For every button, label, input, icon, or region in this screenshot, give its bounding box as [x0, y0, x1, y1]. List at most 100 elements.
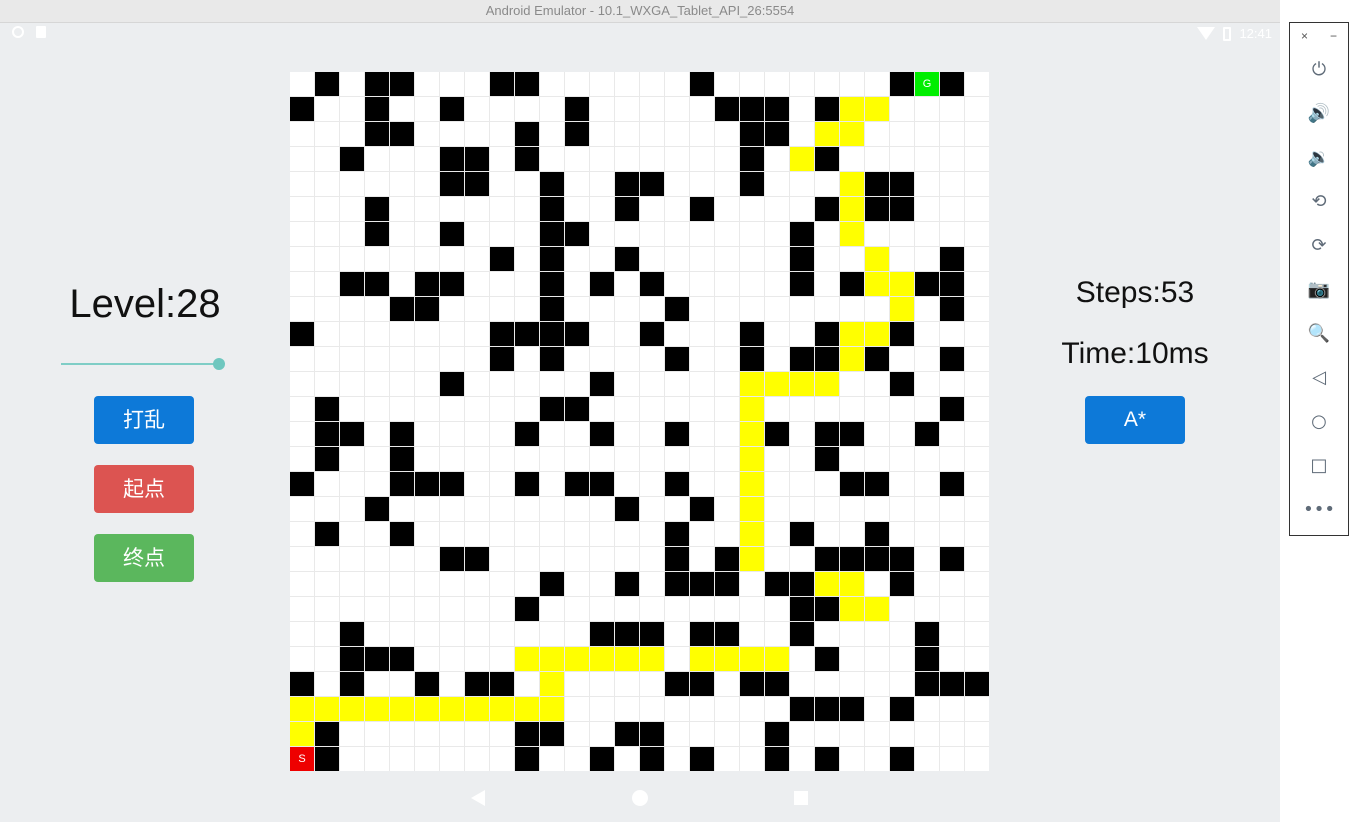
- maze-cell-free[interactable]: [640, 597, 664, 621]
- maze-cell-free[interactable]: [640, 72, 664, 96]
- maze-cell-free[interactable]: [765, 347, 789, 371]
- maze-cell-free[interactable]: [465, 572, 489, 596]
- maze-cell-free[interactable]: [615, 322, 639, 346]
- maze-cell-free[interactable]: [940, 222, 964, 246]
- maze-cell-free[interactable]: [615, 147, 639, 171]
- maze-cell-free[interactable]: [940, 122, 964, 146]
- maze-cell-wall[interactable]: [665, 547, 689, 571]
- maze-cell-wall[interactable]: [615, 572, 639, 596]
- maze-cell-wall[interactable]: [740, 322, 764, 346]
- maze-cell-free[interactable]: [515, 522, 539, 546]
- maze-cell-free[interactable]: [490, 422, 514, 446]
- maze-cell-free[interactable]: [715, 697, 739, 721]
- maze-cell-free[interactable]: [890, 622, 914, 646]
- maze-cell-free[interactable]: [490, 372, 514, 396]
- maze-cell-wall[interactable]: [290, 97, 314, 121]
- maze-cell-wall[interactable]: [765, 672, 789, 696]
- maze-cell-free[interactable]: [765, 497, 789, 521]
- maze-cell-wall[interactable]: [890, 322, 914, 346]
- maze-cell-wall[interactable]: [940, 672, 964, 696]
- maze-cell-free[interactable]: [315, 497, 339, 521]
- maze-cell-wall[interactable]: [765, 422, 789, 446]
- maze-cell-wall[interactable]: [690, 197, 714, 221]
- maze-cell-free[interactable]: [765, 597, 789, 621]
- maze-cell-free[interactable]: [290, 247, 314, 271]
- maze-cell-free[interactable]: [890, 672, 914, 696]
- maze-cell-free[interactable]: [740, 572, 764, 596]
- maze-cell-free[interactable]: [940, 197, 964, 221]
- maze-cell-free[interactable]: [540, 97, 564, 121]
- maze-cell-wall[interactable]: [515, 422, 539, 446]
- maze-cell-free[interactable]: [865, 397, 889, 421]
- maze-cell-free[interactable]: [790, 497, 814, 521]
- maze-cell-free[interactable]: [290, 572, 314, 596]
- maze-cell-free[interactable]: [440, 722, 464, 746]
- maze-cell-wall[interactable]: [565, 222, 589, 246]
- maze-cell-wall[interactable]: [815, 547, 839, 571]
- maze-cell-wall[interactable]: [540, 322, 564, 346]
- maze-cell-free[interactable]: [940, 372, 964, 396]
- maze-cell-wall[interactable]: [865, 472, 889, 496]
- maze-cell-free[interactable]: [315, 197, 339, 221]
- maze-cell-free[interactable]: [465, 747, 489, 771]
- maze-cell-wall[interactable]: [290, 322, 314, 346]
- maze-cell-free[interactable]: [765, 272, 789, 296]
- maze-cell-free[interactable]: [815, 472, 839, 496]
- maze-cell-free[interactable]: [590, 522, 614, 546]
- maze-cell-wall[interactable]: [740, 97, 764, 121]
- maze-cell-free[interactable]: [665, 447, 689, 471]
- maze-cell-free[interactable]: [715, 497, 739, 521]
- overview-icon[interactable]: □: [1307, 453, 1331, 477]
- maze-cell-free[interactable]: [490, 147, 514, 171]
- maze-cell-free[interactable]: [465, 722, 489, 746]
- maze-cell-wall[interactable]: [665, 572, 689, 596]
- maze-cell-wall[interactable]: [790, 222, 814, 246]
- maze-cell-free[interactable]: [915, 722, 939, 746]
- maze-cell-wall[interactable]: [765, 97, 789, 121]
- maze-cell-free[interactable]: [415, 172, 439, 196]
- maze-cell-free[interactable]: [715, 722, 739, 746]
- maze-cell-free[interactable]: [365, 672, 389, 696]
- maze-cell-wall[interactable]: [815, 747, 839, 771]
- maze-cell-free[interactable]: [890, 497, 914, 521]
- maze-cell-free[interactable]: [340, 72, 364, 96]
- maze-cell-free[interactable]: [440, 497, 464, 521]
- maze-cell-free[interactable]: [340, 247, 364, 271]
- maze-cell-free[interactable]: [315, 147, 339, 171]
- maze-cell-wall[interactable]: [615, 622, 639, 646]
- maze-cell-free[interactable]: [465, 97, 489, 121]
- maze-cell-free[interactable]: [565, 722, 589, 746]
- maze-cell-free[interactable]: [540, 147, 564, 171]
- maze-cell-free[interactable]: [915, 597, 939, 621]
- maze-cell-free[interactable]: [515, 547, 539, 571]
- maze-cell-wall[interactable]: [915, 622, 939, 646]
- maze-cell-free[interactable]: [790, 297, 814, 321]
- maze-cell-wall[interactable]: [890, 697, 914, 721]
- maze-cell-free[interactable]: [315, 472, 339, 496]
- maze-cell-free[interactable]: [540, 122, 564, 146]
- maze-cell-free[interactable]: [815, 672, 839, 696]
- maze-cell-free[interactable]: [965, 647, 989, 671]
- maze-cell-wall[interactable]: [315, 522, 339, 546]
- maze-cell-wall[interactable]: [790, 247, 814, 271]
- maze-cell-free[interactable]: [465, 422, 489, 446]
- maze-cell-free[interactable]: [365, 447, 389, 471]
- maze-cell-free[interactable]: [315, 622, 339, 646]
- maze-cell-free[interactable]: [665, 497, 689, 521]
- maze-cell-free[interactable]: [415, 122, 439, 146]
- maze-cell-free[interactable]: [640, 222, 664, 246]
- maze-cell-wall[interactable]: [515, 72, 539, 96]
- maze-cell-free[interactable]: [290, 297, 314, 321]
- maze-cell-free[interactable]: [815, 247, 839, 271]
- maze-cell-free[interactable]: [590, 247, 614, 271]
- maze-cell-wall[interactable]: [440, 472, 464, 496]
- maze-cell-free[interactable]: [915, 447, 939, 471]
- maze-cell-free[interactable]: [740, 222, 764, 246]
- maze-cell-free[interactable]: [515, 222, 539, 246]
- maze-cell-path[interactable]: [815, 572, 839, 596]
- maze-cell-free[interactable]: [965, 147, 989, 171]
- maze-cell-free[interactable]: [765, 447, 789, 471]
- maze-cell-free[interactable]: [415, 322, 439, 346]
- maze-cell-wall[interactable]: [690, 72, 714, 96]
- maze-cell-wall[interactable]: [565, 397, 589, 421]
